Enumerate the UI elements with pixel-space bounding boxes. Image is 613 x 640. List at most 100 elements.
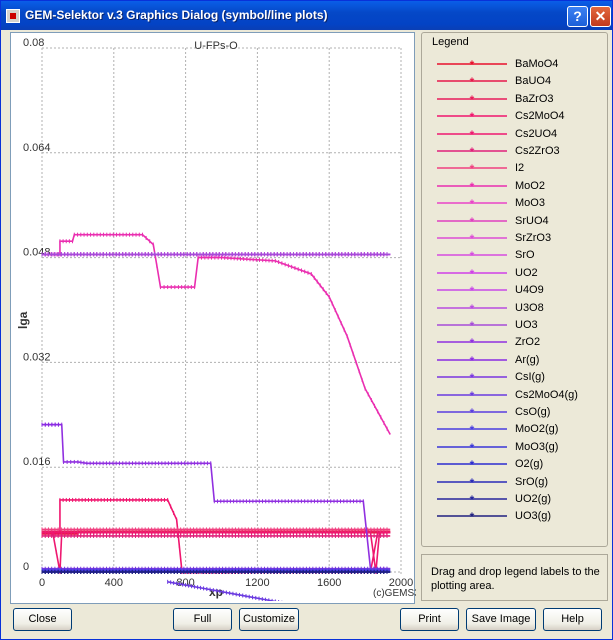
- legend-line-marker: *: [437, 180, 507, 193]
- legend-marker-symbol: *: [470, 215, 475, 228]
- x-tick-label: 0: [39, 577, 45, 589]
- legend-item[interactable]: * SrO: [433, 248, 603, 262]
- legend-marker-symbol: *: [470, 406, 475, 419]
- legend-item[interactable]: * U3O8: [433, 301, 603, 315]
- legend-label: UO3: [515, 319, 538, 331]
- legend-marker-symbol: *: [470, 441, 475, 454]
- legend-item[interactable]: * SrO(g): [433, 475, 603, 489]
- legend-item[interactable]: * UO2(g): [433, 492, 603, 506]
- plot-area[interactable]: 0 400 800 1200 1600 2000 0 0.016 0.032 0.048 0.064…: [10, 32, 416, 605]
- legend-label: BaZrO3: [515, 92, 554, 105]
- legend-line-marker: *: [437, 93, 507, 106]
- legend-item[interactable]: * O2(g): [433, 457, 603, 471]
- legend-label: O2(g): [515, 458, 544, 471]
- legend-item[interactable]: * Ar(g): [433, 353, 603, 367]
- legend-marker-symbol: *: [470, 93, 475, 106]
- legend-marker-symbol: *: [470, 284, 475, 297]
- legend-line-marker: *: [437, 215, 507, 228]
- legend-line-marker: *: [437, 476, 507, 489]
- y-tick-label: 0: [23, 561, 29, 573]
- legend-line-marker: *: [437, 441, 507, 454]
- legend-marker-symbol: *: [470, 458, 475, 471]
- legend-item[interactable]: * Cs2MoO4(g): [433, 388, 603, 402]
- legend-line-marker: *: [437, 354, 507, 367]
- series-line: [42, 531, 391, 573]
- hint-box: Drag and drop legend labels to the plott…: [421, 554, 608, 601]
- save-image-button[interactable]: Save Image: [466, 608, 536, 631]
- y-tick-label: 0.032: [23, 351, 51, 363]
- help-button[interactable]: Help: [543, 608, 602, 631]
- legend-label: SrO: [515, 249, 535, 262]
- legend-marker-symbol: *: [470, 128, 475, 141]
- title-help-button[interactable]: ?: [567, 6, 588, 27]
- legend-item[interactable]: * Cs2ZrO3: [433, 144, 603, 158]
- copyright-text: (c)GEMS3: [373, 588, 416, 599]
- title-bar[interactable]: GEM-Selektor v.3 Graphics Dialog (symbol…: [1, 1, 612, 30]
- x-tick-label: 1200: [245, 577, 269, 589]
- legend-item[interactable]: * UO3(g): [433, 509, 603, 523]
- legend-label: Cs2UO4: [515, 127, 558, 140]
- window-title: GEM-Selektor v.3 Graphics Dialog (symbol…: [25, 8, 328, 22]
- legend-marker-symbol: *: [470, 180, 475, 193]
- y-tick-label: 0.048: [23, 247, 51, 259]
- legend-line-marker: *: [437, 510, 507, 523]
- legend-item[interactable]: * BaZrO3: [433, 92, 603, 106]
- legend-line-marker: *: [437, 75, 507, 88]
- legend-marker-symbol: *: [470, 267, 475, 280]
- legend-item[interactable]: * MoO2(g): [433, 422, 603, 436]
- legend-marker-symbol: *: [470, 371, 475, 384]
- series-line: [42, 233, 391, 435]
- legend-item[interactable]: * SrZrO3: [433, 231, 603, 245]
- legend-label: Cs2MoO4(g): [515, 388, 578, 401]
- legend-marker-symbol: *: [470, 197, 475, 210]
- legend-line-marker: *: [437, 302, 507, 315]
- legend-item[interactable]: * CsO(g): [433, 405, 603, 419]
- legend-line-marker: *: [437, 406, 507, 419]
- app-icon: [6, 9, 20, 23]
- legend-item[interactable]: * UO2: [433, 266, 603, 280]
- legend-label: MoO2: [515, 179, 545, 192]
- graphics-dialog: GEM-Selektor v.3 Graphics Dialog (symbol…: [0, 0, 613, 640]
- legend-item[interactable]: * CsI(g): [433, 370, 603, 384]
- legend-label: CsO(g): [515, 406, 551, 418]
- legend-item[interactable]: * SrUO4: [433, 214, 603, 228]
- legend-marker-symbol: *: [470, 302, 475, 315]
- legend-item[interactable]: * Cs2MoO4: [433, 109, 603, 123]
- legend-line-marker: *: [437, 319, 507, 332]
- line-chart[interactable]: 0 400 800 1200 1600 200000.0160.0320.0480.064…: [11, 33, 416, 605]
- legend-item[interactable]: * BaUO4: [433, 74, 603, 88]
- legend-line-marker: *: [437, 284, 507, 297]
- legend-item[interactable]: * Cs2UO4: [433, 127, 603, 141]
- y-axis-label: lga: [16, 311, 30, 329]
- legend-label: SrO(g): [515, 475, 548, 488]
- legend-line-marker: *: [437, 162, 507, 175]
- chart-title: U-FPs-O: [194, 40, 238, 52]
- close-button[interactable]: Close: [13, 608, 72, 631]
- legend-item[interactable]: * MoO3: [433, 196, 603, 210]
- customize-button[interactable]: Customize: [239, 608, 299, 631]
- legend-label: U3O8: [515, 301, 544, 314]
- full-button[interactable]: Full: [173, 608, 232, 631]
- legend-marker-symbol: *: [470, 476, 475, 489]
- legend-label: CsI(g): [515, 371, 545, 384]
- legend-item[interactable]: * UO3: [433, 318, 603, 332]
- legend-item[interactable]: * I2: [433, 161, 603, 175]
- print-button[interactable]: Print: [400, 608, 459, 631]
- legend-label: UO2(g): [515, 493, 552, 505]
- legend-marker-symbol: *: [470, 319, 475, 332]
- legend-label: UO3(g): [515, 510, 552, 523]
- legend-marker-symbol: *: [470, 162, 475, 175]
- legend-line-marker: *: [437, 232, 507, 245]
- legend-item[interactable]: * ZrO2: [433, 335, 603, 349]
- legend-item[interactable]: * MoO3(g): [433, 440, 603, 454]
- legend-line-marker: *: [437, 389, 507, 402]
- legend-marker-symbol: *: [470, 75, 475, 88]
- title-close-button[interactable]: ✕: [590, 6, 611, 27]
- legend-marker-symbol: *: [470, 354, 475, 367]
- legend-line-marker: *: [437, 197, 507, 210]
- legend-item[interactable]: * BaMoO4: [433, 57, 603, 71]
- x-tick-label: 1600: [317, 577, 341, 589]
- legend-item[interactable]: * MoO2: [433, 179, 603, 193]
- legend-item[interactable]: * U4O9: [433, 283, 603, 297]
- y-tick-label: 0.016: [23, 456, 51, 468]
